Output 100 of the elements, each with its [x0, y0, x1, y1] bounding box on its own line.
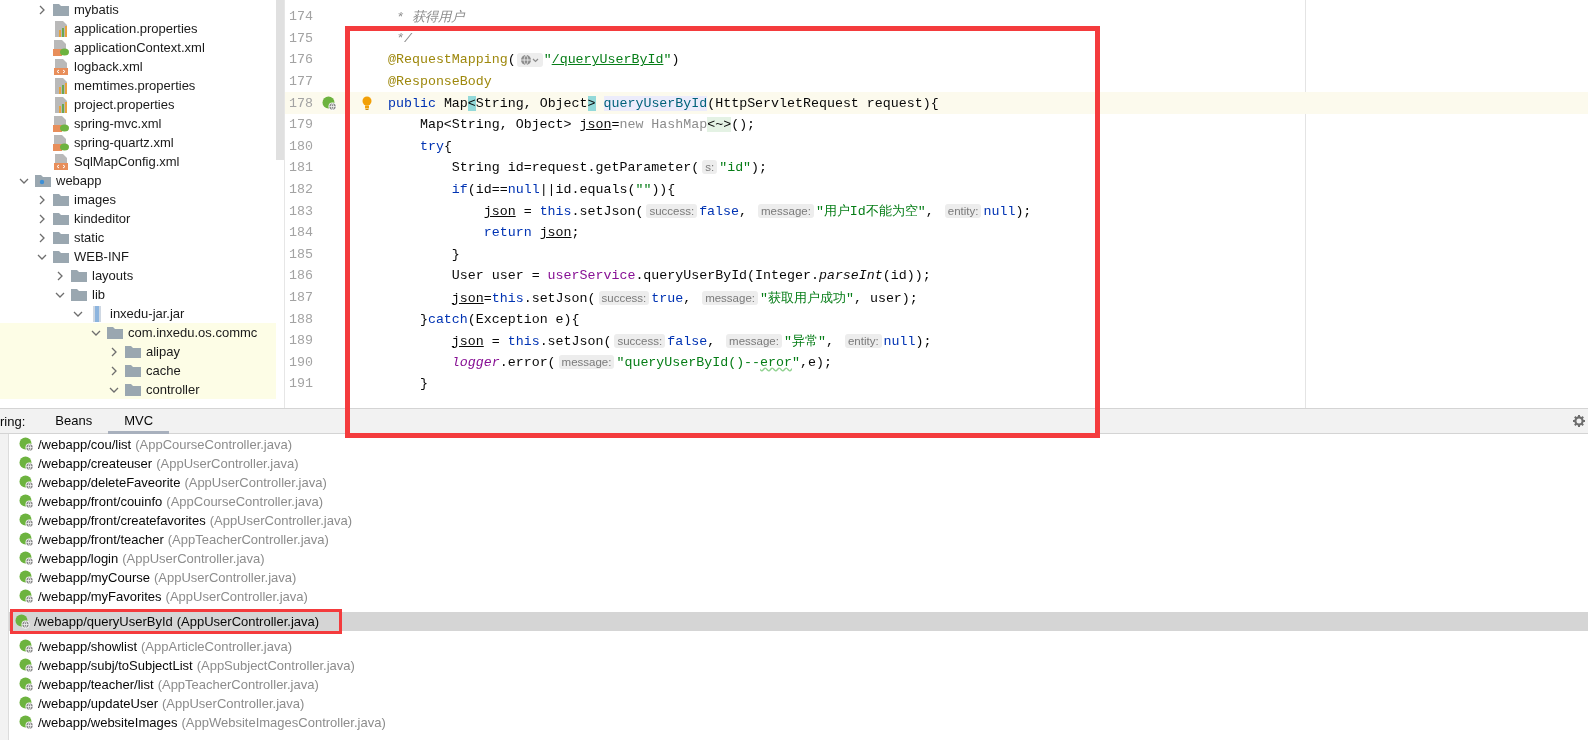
controller-file: (AppUserController.java) — [184, 475, 327, 490]
mapping-item[interactable]: /webapp/myFavorites (AppUserController.java) — [9, 587, 1588, 606]
tree-item[interactable]: logback.xml — [0, 57, 276, 76]
mapping-item[interactable]: /webapp/queryUserById (AppUserController.java) — [9, 612, 1588, 631]
spring-web-icon — [19, 513, 34, 528]
controller-file: (AppUserController.java) — [154, 570, 297, 585]
code-line: Map<String, Object> json=new HashMap<~>(); — [418, 117, 756, 133]
spring-web-icon — [19, 715, 34, 730]
jar-file-icon — [91, 305, 103, 322]
properties-file-icon — [54, 20, 68, 37]
mapping-item[interactable]: /webapp/login (AppUserController.java) — [9, 549, 1588, 568]
code-line: json = this.setJson( success: false, message: "用户Id不能为空", entity: null); — [482, 203, 1032, 221]
mapping-item[interactable]: /webapp/createuser (AppUserController.java) — [9, 454, 1588, 473]
mapping-item[interactable]: /webapp/subj/toSubjectList (AppSubjectController.java) — [9, 656, 1588, 675]
tree-item[interactable]: project.properties — [0, 95, 276, 114]
mapping-item[interactable]: /webapp/myCourse (AppUserController.java) — [9, 568, 1588, 587]
chevron-right-icon[interactable] — [37, 194, 47, 205]
controller-file: (AppUserController.java) — [162, 696, 305, 711]
spring-xml-icon — [53, 115, 69, 132]
line-number: 190 — [288, 354, 313, 370]
controller-file: (AppUserController.java) — [156, 456, 299, 471]
tree-item[interactable]: spring-mvc.xml — [0, 114, 276, 133]
mapping-item[interactable]: /webapp/websiteImages (AppWebsiteImagesController.java) — [9, 713, 1588, 732]
mapping-item[interactable]: /webapp/front/teacher (AppTeacherController.java) — [9, 530, 1588, 549]
chevron-right-icon[interactable] — [109, 346, 119, 357]
mapping-item[interactable]: /webapp/cou/list (AppCourseController.java) — [9, 435, 1588, 454]
code-line: } — [450, 246, 460, 262]
endpoint-path: /webapp/updateUser — [38, 696, 158, 711]
settings-icon[interactable] — [1573, 415, 1585, 427]
mapping-item[interactable]: /webapp/front/createfavorites (AppUserController.java) — [9, 511, 1588, 530]
folder-icon — [71, 288, 87, 301]
endpoint-path: /webapp/showlist — [38, 639, 137, 654]
folder-icon — [125, 364, 141, 377]
chevron-right-icon[interactable] — [37, 232, 47, 243]
tree-item[interactable]: applicationContext.xml — [0, 38, 276, 57]
chevron-right-icon[interactable] — [37, 213, 47, 224]
spring-web-icon — [19, 494, 34, 509]
tree-item[interactable]: webapp — [0, 171, 276, 190]
properties-file-icon — [54, 96, 68, 113]
endpoint-path: /webapp/createuser — [38, 456, 153, 471]
mapping-item[interactable]: /webapp/updateUser (AppUserController.java) — [9, 694, 1588, 713]
tree-item[interactable]: inxedu-jar.jar — [0, 304, 276, 323]
endpoint-path: /webapp/cou/list — [38, 437, 132, 452]
endpoint-path: /webapp/front/couinfo — [38, 494, 163, 509]
chevron-right-icon[interactable] — [55, 270, 65, 281]
mapping-item[interactable]: /webapp/deleteFaveorite (AppUserController.java) — [9, 473, 1588, 492]
tree-item[interactable]: kindeditor — [0, 209, 276, 228]
tree-item[interactable]: com.inxedu.os.commc — [0, 323, 276, 342]
mapping-item[interactable]: /webapp/teacher/list (AppTeacherController.java) — [9, 675, 1588, 694]
tree-item[interactable]: WEB-INF — [0, 247, 276, 266]
line-number: 186 — [288, 268, 313, 284]
code-line: json = this.setJson( success: false, message: "异常", entity: null); — [450, 332, 932, 350]
code-line: return json; — [482, 225, 580, 241]
tree-item[interactable]: lib — [0, 285, 276, 304]
chevron-right-icon[interactable] — [109, 365, 119, 376]
tree-item[interactable]: images — [0, 190, 276, 209]
globe-icon[interactable] — [516, 53, 543, 67]
endpoint-path: /webapp/front/teacher — [38, 532, 164, 547]
tree-item[interactable]: cache — [0, 361, 276, 380]
spring-xml-icon — [53, 134, 69, 151]
panel-tab[interactable]: Beans — [39, 409, 109, 434]
line-number: 189 — [288, 333, 313, 349]
mapping-item[interactable]: /webapp/showlist (AppArticleController.java) — [9, 637, 1588, 656]
line-number: 180 — [288, 138, 313, 154]
endpoint-path: /webapp/myCourse — [38, 570, 150, 585]
folder-icon — [53, 193, 69, 206]
code-line: @ResponseBody — [388, 74, 492, 90]
tree-item[interactable]: controller — [0, 380, 276, 399]
code-line: json=this.setJson( success: true, message: "获取用户成功", user); — [450, 289, 918, 307]
spring-web-icon — [15, 614, 30, 629]
endpoint-path: /webapp/teacher/list — [38, 677, 154, 692]
spring-web-icon — [19, 639, 34, 654]
controller-file: (AppUserController.java) — [176, 614, 320, 629]
controller-file: (AppUserController.java) — [209, 513, 352, 528]
line-number: 191 — [288, 376, 313, 392]
folder-icon — [125, 383, 141, 396]
code-line: String id=request.getParameter( s: "id"); — [450, 160, 768, 176]
tree-item[interactable]: application.properties — [0, 19, 276, 38]
code-line: if(id==null||id.equals("")){ — [450, 182, 676, 198]
tree-item[interactable]: spring-quartz.xml — [0, 133, 276, 152]
line-number: 183 — [288, 203, 313, 219]
endpoint-path: /webapp/queryUserById — [34, 614, 173, 629]
panel-tab[interactable]: MVC — [108, 409, 170, 434]
tree-item[interactable]: static — [0, 228, 276, 247]
panel-label: ring: — [0, 413, 26, 429]
tree-item[interactable]: layouts — [0, 266, 276, 285]
folder-icon — [125, 345, 141, 358]
tree-item[interactable]: mybatis — [0, 0, 276, 19]
chevron-right-icon[interactable] — [37, 4, 47, 15]
spring-web-icon[interactable] — [321, 95, 337, 111]
endpoint-path: /webapp/myFavorites — [38, 589, 162, 604]
mapping-item[interactable]: /webapp/front/couinfo (AppCourseController.java) — [9, 492, 1588, 511]
line-number: 187 — [288, 290, 313, 305]
code-line: public Map<String, Object> queryUserById(HttpServletRequest request){ — [388, 95, 939, 111]
scrollbar-thumb[interactable] — [276, 0, 284, 160]
tree-item[interactable]: alipay — [0, 342, 276, 361]
tree-item[interactable]: SqlMapConfig.xml — [0, 152, 276, 171]
line-number: 182 — [288, 182, 313, 198]
code-line: } — [418, 376, 428, 392]
tree-item[interactable]: memtimes.properties — [0, 76, 276, 95]
